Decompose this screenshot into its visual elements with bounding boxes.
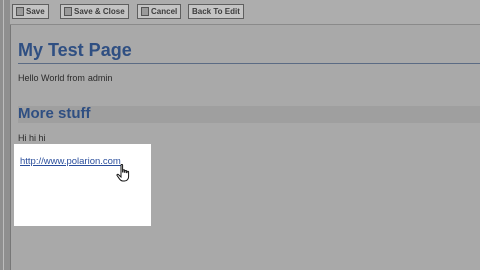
toolbar: Save Save & Close Cancel Back To Edit [10,0,480,25]
greeting-label: Hello World from [18,73,85,83]
cancel-button-label: Cancel [151,7,178,16]
hand-pointer-icon [116,164,130,182]
save-button-label: Save [26,7,45,16]
save-icon [16,7,24,16]
back-to-edit-button[interactable]: Back To Edit [188,4,244,19]
title-divider [18,63,480,64]
section-text: Hi hi hi [18,133,46,143]
save-button[interactable]: Save [12,4,49,19]
save-and-close-button[interactable]: Save & Close [60,4,129,19]
cancel-icon [141,7,149,16]
section-title: More stuff [18,105,91,122]
link-highlight-card: http://www.polarion.com [14,144,151,226]
polarion-link[interactable]: http://www.polarion.com [20,156,121,167]
save-close-icon [64,7,72,16]
editor-window: Save Save & Close Cancel Back To Edit My… [0,0,480,270]
page-content: My Test Page Hello World from admin More … [14,28,480,270]
page-title: My Test Page [18,40,132,60]
back-to-edit-label: Back To Edit [192,7,240,16]
greeting-user: admin [87,73,113,83]
cancel-button[interactable]: Cancel [137,4,182,19]
greeting-text: Hello World from admin [18,73,112,83]
left-rail [0,0,11,270]
save-and-close-label: Save & Close [74,7,125,16]
